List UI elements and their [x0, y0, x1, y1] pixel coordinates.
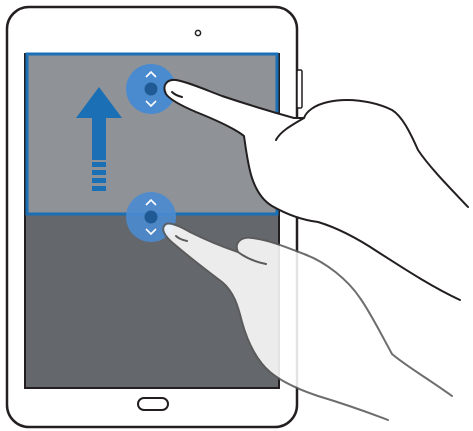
volume-button[interactable] [296, 69, 303, 109]
split-screen-resize-illustration [5, 5, 469, 429]
illustration [0, 0, 473, 431]
